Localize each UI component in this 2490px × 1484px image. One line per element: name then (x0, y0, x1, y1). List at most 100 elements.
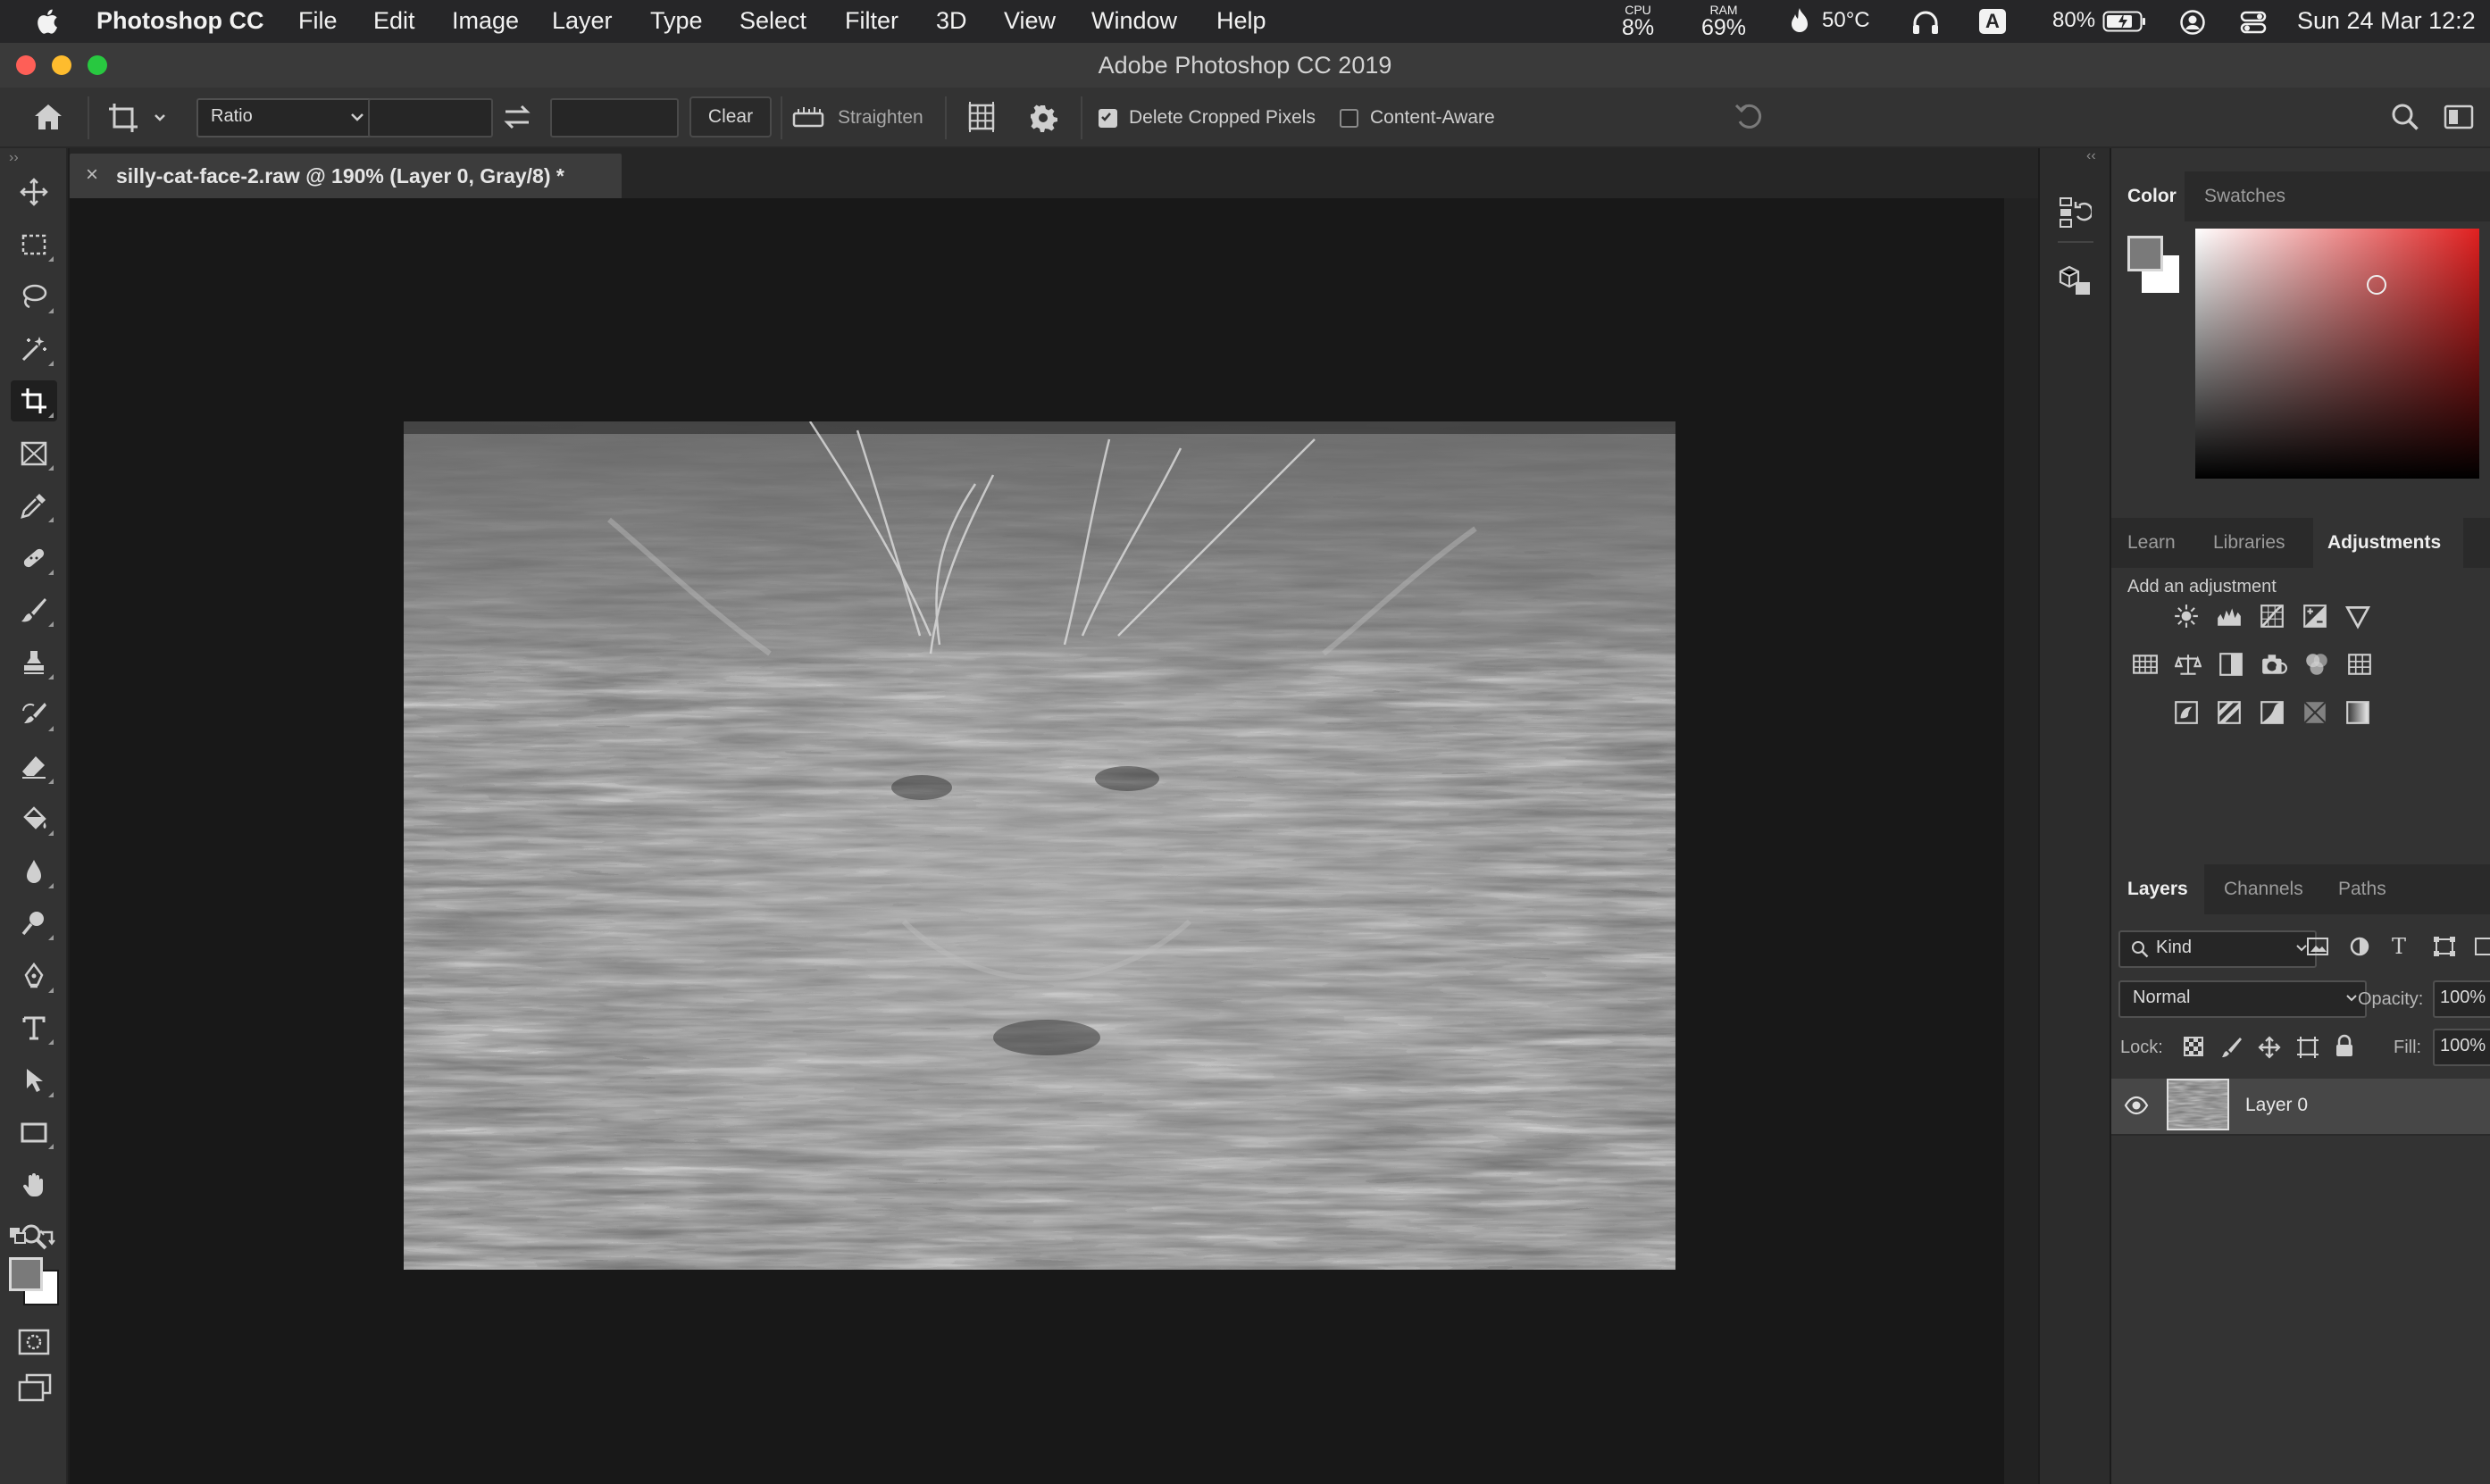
document-tab[interactable]: × silly-cat-face-2.raw @ 190% (Layer 0, … (70, 154, 622, 198)
dodge-tool[interactable] (11, 903, 57, 944)
eyedropper-tool[interactable] (11, 485, 57, 526)
posterize-adjustment-button[interactable] (2213, 696, 2245, 729)
filter-type-icon[interactable]: T (2392, 934, 2406, 959)
tab-adjustments[interactable]: Adjustments (2313, 518, 2463, 568)
menu-filter[interactable]: Filter (845, 0, 898, 43)
tab-swatches[interactable]: Swatches (2204, 171, 2285, 221)
headphones-icon[interactable] (1911, 9, 1940, 36)
lock-artboard-icon[interactable] (2295, 1036, 2320, 1059)
paint-bucket-tool[interactable] (11, 798, 57, 839)
lock-position-icon[interactable] (2258, 1036, 2281, 1059)
lock-transparent-pixels-icon[interactable] (2183, 1036, 2204, 1057)
photo-filter-adjustment-button[interactable] (2258, 648, 2290, 680)
crop-width-input[interactable] (368, 98, 493, 138)
blur-tool[interactable] (11, 851, 57, 892)
collapse-dock-icon[interactable]: ‹‹ (2086, 148, 2096, 164)
straighten-label[interactable]: Straighten (838, 107, 923, 129)
filter-smart-object-icon[interactable] (2474, 936, 2490, 957)
input-source-badge[interactable]: A (1979, 9, 2006, 34)
canvas-scrollbar[interactable] (2004, 198, 2038, 1484)
exposure-adjustment-button[interactable] (2299, 600, 2331, 632)
selective-color-adjustment-button[interactable] (2299, 696, 2331, 729)
menu-select[interactable]: Select (739, 0, 806, 43)
menu-image[interactable]: Image (452, 0, 519, 43)
search-icon[interactable] (2390, 102, 2420, 132)
menu-type[interactable]: Type (650, 0, 703, 43)
layer-row[interactable]: Layer 0 (2111, 1079, 2490, 1134)
invert-adjustment-button[interactable] (2170, 696, 2202, 729)
opacity-input[interactable]: 100% (2433, 980, 2490, 1018)
quick-mask-icon[interactable] (18, 1329, 50, 1355)
tab-color[interactable]: Color (2111, 171, 2185, 221)
menu-3d[interactable]: 3D (936, 0, 967, 43)
clear-button[interactable]: Clear (689, 96, 772, 138)
straighten-level-icon[interactable] (791, 104, 825, 130)
canvas-area[interactable] (70, 198, 2004, 1484)
menu-view[interactable]: View (1004, 0, 1056, 43)
crop-preset-icon[interactable] (105, 100, 168, 136)
color-picker-field[interactable] (2195, 229, 2479, 479)
threshold-adjustment-button[interactable] (2256, 696, 2288, 729)
crop-tool[interactable] (11, 380, 57, 421)
menubar-clock[interactable]: Sun 24 Mar 12:2 (2297, 0, 2476, 43)
color-panel-fg-swatch[interactable] (2127, 236, 2163, 271)
foreground-color-swatch[interactable] (9, 1257, 43, 1291)
tab-paths[interactable]: Paths (2338, 864, 2386, 914)
screen-mode-icon[interactable] (18, 1373, 52, 1402)
gradient-map-adjustment-button[interactable] (2342, 696, 2374, 729)
ratio-dropdown[interactable]: Ratio (196, 98, 373, 138)
color-picker-cursor[interactable] (2367, 275, 2386, 295)
battery-icon[interactable] (2102, 11, 2147, 32)
collapse-toolbar-icon[interactable]: ›› (9, 150, 19, 166)
tab-learn[interactable]: Learn (2127, 518, 2176, 568)
crop-settings-gear-icon[interactable] (1029, 104, 1057, 132)
filter-adjustment-icon[interactable] (2349, 936, 2370, 957)
move-tool[interactable] (11, 171, 57, 213)
home-icon[interactable] (32, 102, 64, 132)
brightness-contrast-adjustment-button[interactable] (2170, 600, 2202, 632)
app-menu[interactable]: Photoshop CC (96, 0, 263, 43)
temperature-flame-icon[interactable] (1790, 7, 1809, 36)
reset-crop-icon[interactable] (1733, 100, 1767, 132)
vibrance-adjustment-button[interactable] (2342, 600, 2374, 632)
cpu-indicator[interactable]: CPU 8% (1613, 4, 1663, 39)
blend-mode-dropdown[interactable]: Normal (2118, 980, 2367, 1018)
frame-tool[interactable] (11, 433, 57, 474)
tab-layers[interactable]: Layers (2111, 864, 2204, 914)
eraser-tool[interactable] (11, 746, 57, 788)
tab-channels[interactable]: Channels (2224, 864, 2303, 914)
content-aware-checkbox[interactable] (1340, 109, 1358, 128)
ram-indicator[interactable]: RAM 69% (1697, 4, 1751, 39)
tab-libraries[interactable]: Libraries (2213, 518, 2285, 568)
delete-cropped-checkbox[interactable] (1099, 109, 1117, 128)
path-selection-tool[interactable] (11, 1060, 57, 1101)
eye-icon[interactable] (2124, 1095, 2149, 1116)
brush-tool[interactable] (11, 589, 57, 630)
healing-brush-tool[interactable] (11, 538, 57, 579)
rectangle-tool[interactable] (11, 1112, 57, 1153)
menu-window[interactable]: Window (1091, 0, 1177, 43)
control-center-icon[interactable] (2240, 9, 2267, 36)
swap-colors-icon[interactable] (38, 1227, 57, 1246)
clone-stamp-tool[interactable] (11, 642, 57, 683)
document-image[interactable] (404, 421, 1675, 1270)
swap-dimensions-icon[interactable] (502, 104, 532, 130)
marquee-tool[interactable] (11, 224, 57, 265)
color-balance-adjustment-button[interactable] (2172, 648, 2204, 680)
menu-edit[interactable]: Edit (373, 0, 415, 43)
default-colors-icon[interactable] (9, 1227, 27, 1245)
history-panel-icon[interactable] (2058, 195, 2092, 230)
menu-help[interactable]: Help (1216, 0, 1266, 43)
lock-all-icon[interactable] (2335, 1034, 2354, 1057)
fill-input[interactable]: 100% (2433, 1029, 2490, 1066)
workspace-switcher-icon[interactable] (2444, 104, 2474, 130)
magic-wand-tool[interactable] (11, 329, 57, 370)
menu-layer[interactable]: Layer (552, 0, 613, 43)
lasso-tool[interactable] (11, 276, 57, 317)
close-document-icon[interactable]: × (86, 163, 98, 188)
hand-tool[interactable] (11, 1164, 57, 1205)
filter-shape-icon[interactable] (2433, 936, 2456, 957)
overlay-grid-icon[interactable] (966, 102, 997, 132)
layer-filter-dropdown[interactable]: Kind (2118, 930, 2317, 968)
curves-adjustment-button[interactable] (2256, 600, 2288, 632)
